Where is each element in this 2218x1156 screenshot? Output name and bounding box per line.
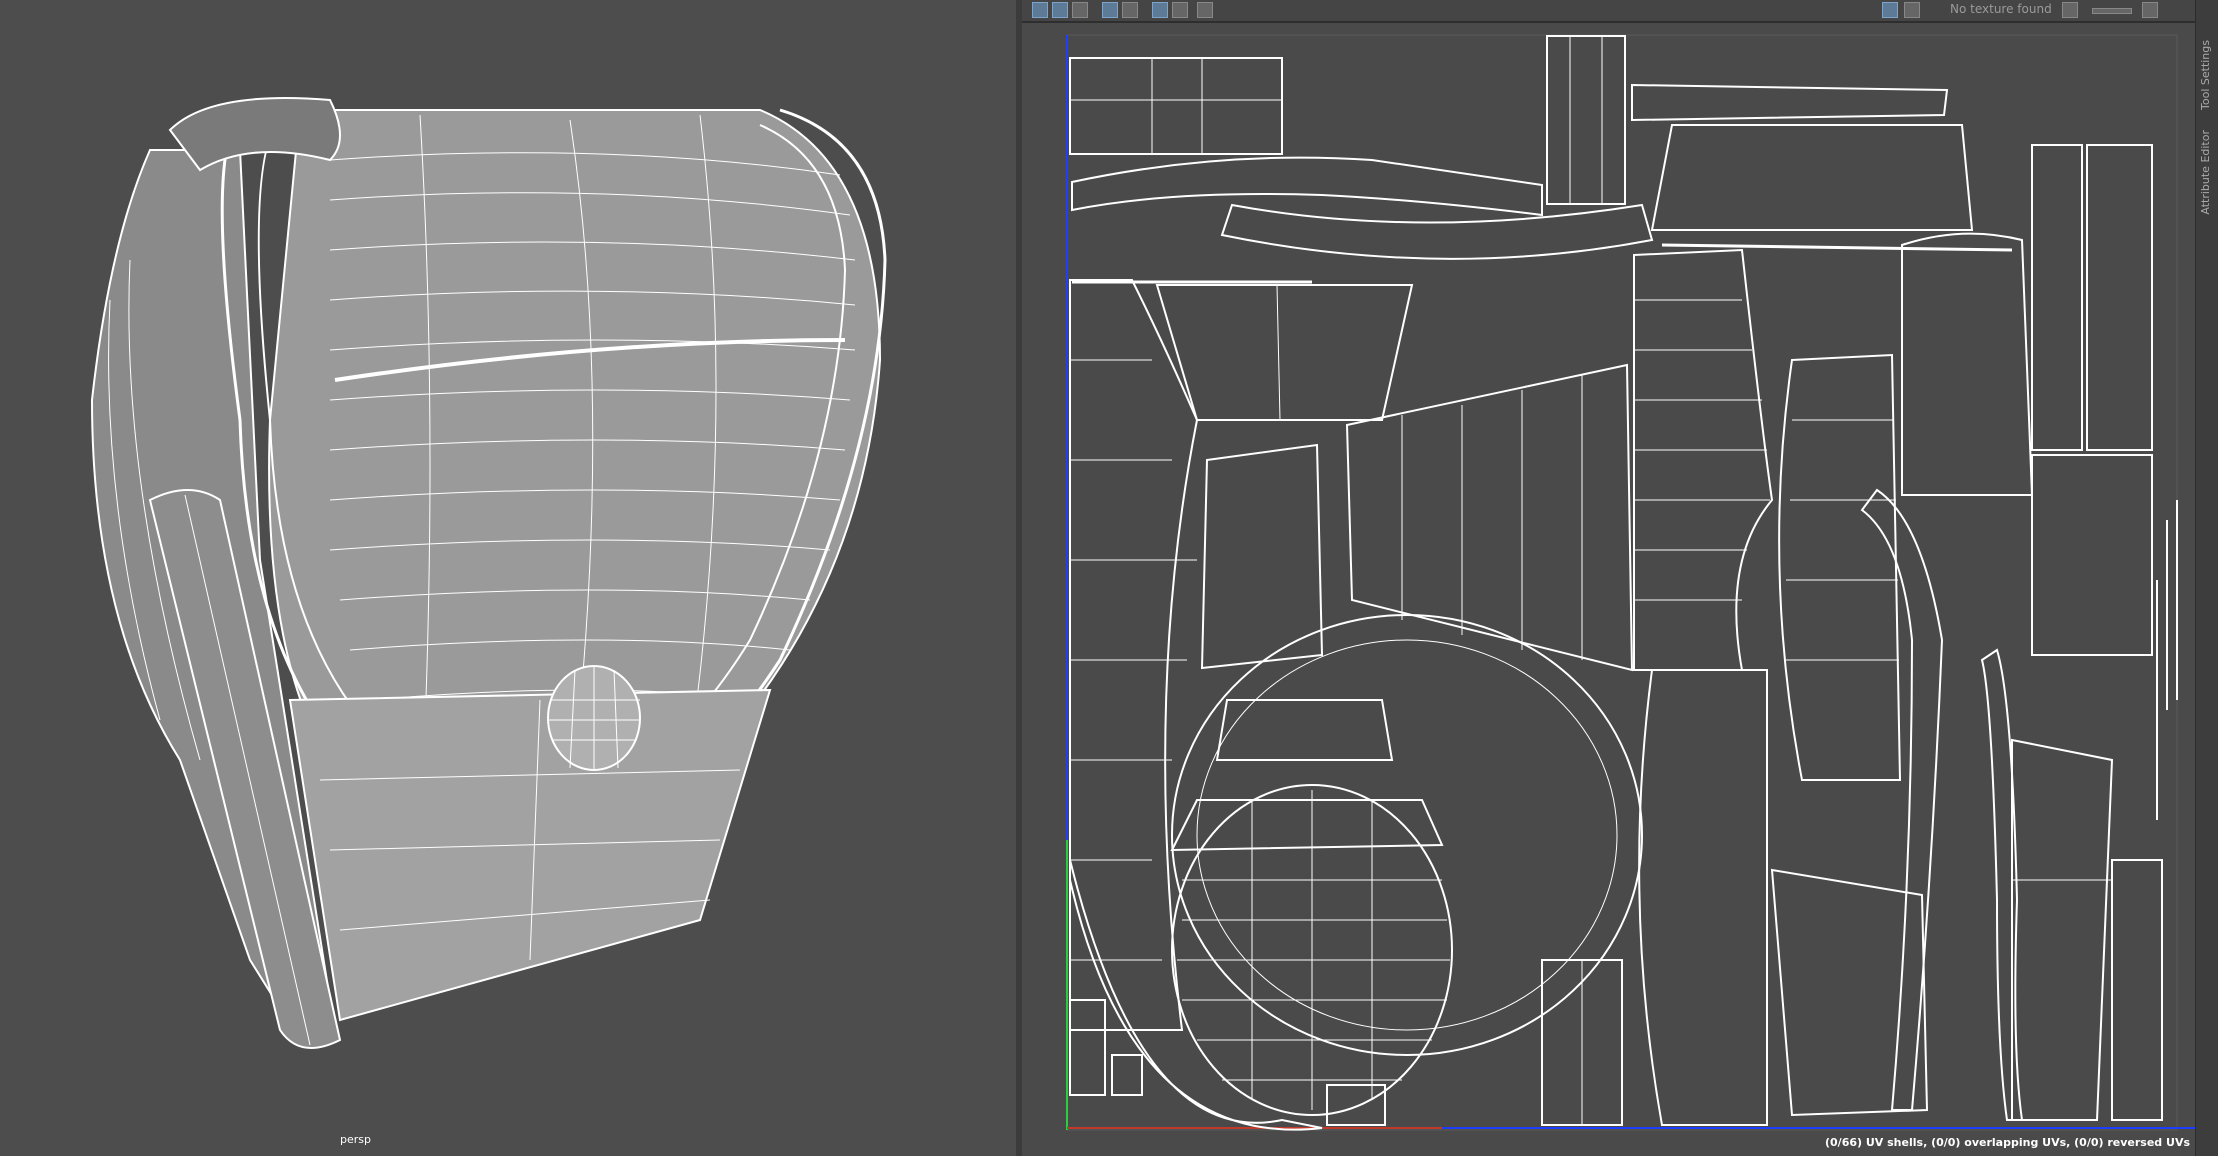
pouch-model-wireframe xyxy=(90,97,887,1049)
perspective-viewport[interactable]: persp xyxy=(0,0,1016,1156)
tool-settings-tab[interactable]: Tool Settings xyxy=(2199,40,2212,110)
uv-layout-canvas[interactable] xyxy=(1022,0,2196,1156)
uv-status-bar: (0/66) UV shells, (0/0) overlapping UVs,… xyxy=(1825,1136,2190,1149)
side-tab-strip: Tool Settings Attribute Editor xyxy=(2195,0,2218,1156)
camera-label: persp xyxy=(340,1133,371,1146)
attribute-editor-tab[interactable]: Attribute Editor xyxy=(2199,130,2212,215)
uv-editor-panel[interactable]: No texture found Tool Settings Attribute… xyxy=(1022,0,2218,1156)
uv-shells xyxy=(1069,35,2178,1131)
